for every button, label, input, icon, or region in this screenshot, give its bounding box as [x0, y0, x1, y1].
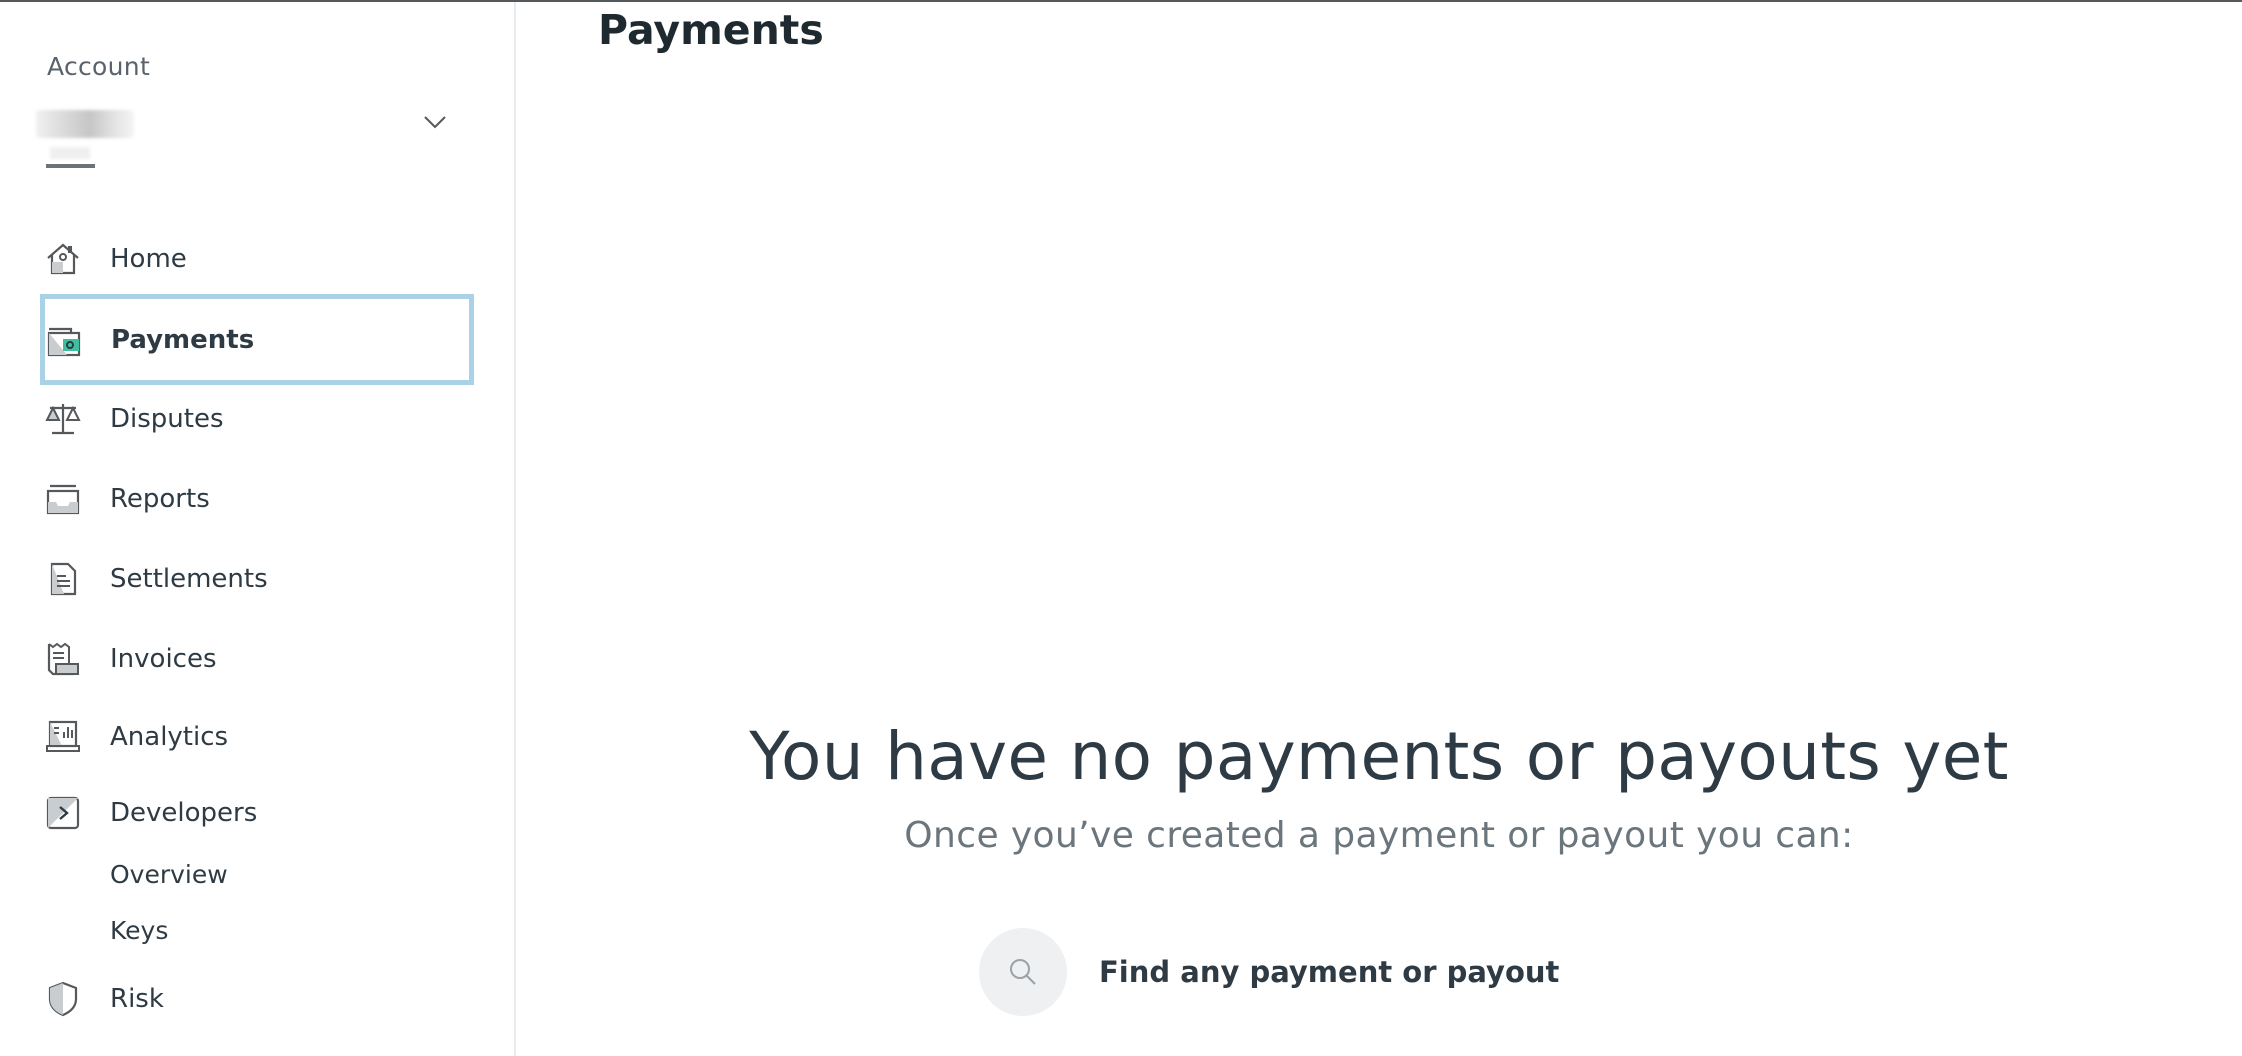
sidebar-item-settlements[interactable]: Settlements	[42, 537, 472, 621]
empty-state-subtitle: Once you’ve created a payment or payout …	[904, 815, 1854, 856]
sidebar-item-invoices[interactable]: Invoices	[42, 617, 472, 701]
chevron-down-icon[interactable]	[421, 108, 449, 136]
analytics-icon	[44, 718, 82, 756]
sidebar-item-developers[interactable]: Developers	[42, 771, 472, 855]
feature-find-payment: Find any payment or payout	[979, 928, 1559, 1016]
document-icon	[44, 560, 82, 598]
sidebar-item-label: Reports	[110, 484, 210, 514]
sidebar-item-label: Home	[110, 244, 187, 274]
sidebar: Account Home Payments Disputes Reports S…	[0, 2, 516, 1056]
empty-state-title: You have no payments or payouts yet	[749, 718, 2009, 795]
account-subname-redacted	[50, 147, 90, 159]
terminal-icon	[44, 794, 82, 832]
account-name-redacted[interactable]	[36, 110, 134, 138]
feature-label: Find any payment or payout	[1099, 955, 1560, 989]
sidebar-item-label: Settlements	[110, 564, 268, 594]
account-label: Account	[47, 52, 151, 81]
page-title: Payments	[598, 6, 824, 54]
sidebar-item-analytics[interactable]: Analytics	[42, 695, 472, 779]
sidebar-item-label: Invoices	[110, 644, 217, 674]
account-underline	[46, 164, 95, 168]
sidebar-item-label: Disputes	[110, 404, 224, 434]
wallet-icon	[45, 321, 83, 359]
sidebar-item-label: Developers	[110, 798, 258, 828]
sidebar-item-payments[interactable]: Payments	[40, 294, 474, 385]
tray-icon	[44, 480, 82, 518]
shield-icon	[44, 980, 82, 1018]
sidebar-item-label: Analytics	[110, 722, 229, 752]
receipt-icon	[44, 640, 82, 678]
scales-icon	[44, 400, 82, 438]
search-icon	[1010, 959, 1036, 985]
sidebar-item-disputes[interactable]: Disputes	[42, 377, 472, 461]
sidebar-item-label: Risk	[110, 984, 164, 1014]
sidebar-item-risk[interactable]: Risk	[42, 957, 472, 1041]
sidebar-item-reports[interactable]: Reports	[42, 457, 472, 541]
home-icon	[44, 240, 82, 278]
feature-circle	[979, 928, 1067, 1016]
sidebar-item-label: Payments	[111, 324, 255, 355]
sidebar-item-home[interactable]: Home	[42, 217, 472, 301]
sidebar-subitem-keys[interactable]: Keys	[110, 916, 168, 945]
sidebar-subitem-overview[interactable]: Overview	[110, 860, 228, 889]
